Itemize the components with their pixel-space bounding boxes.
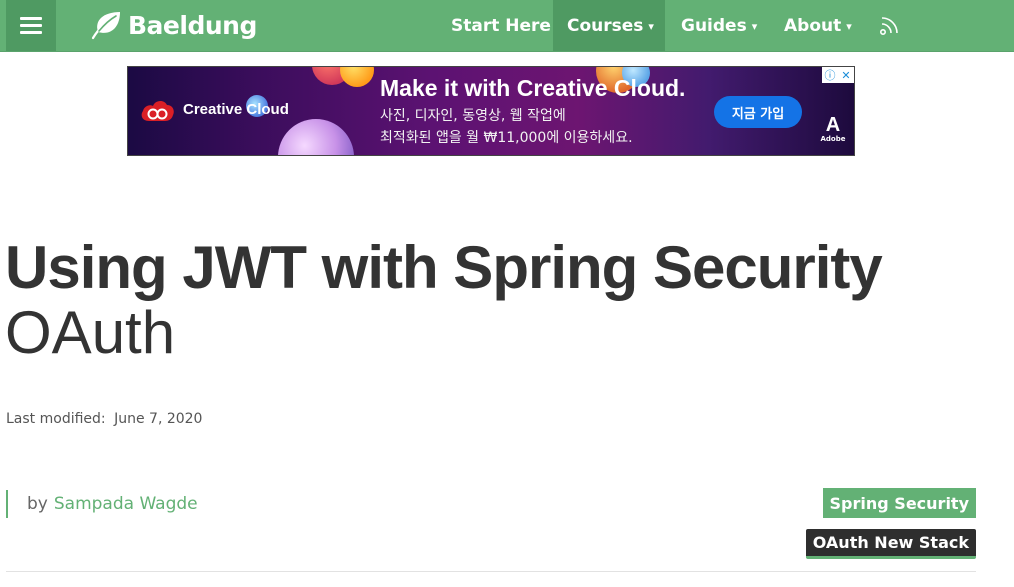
- nav-item-label: Courses: [567, 15, 644, 36]
- divider: [6, 571, 976, 572]
- author-link[interactable]: Sampada Wagde: [54, 494, 198, 514]
- advertisement-banner[interactable]: Creative Cloud Make it with Creative Clo…: [127, 66, 855, 156]
- nav-about[interactable]: About ▾: [770, 0, 866, 51]
- nav-courses[interactable]: Courses ▾: [553, 0, 665, 51]
- logo-text: Baeldung: [128, 10, 257, 40]
- tag-spring-security[interactable]: Spring Security: [822, 488, 976, 518]
- ad-subline: 사진, 디자인, 동영상, 웹 작업에 최적화된 앱을 월 ₩11,000에 이…: [380, 105, 740, 149]
- nav-item-label: Start Here: [451, 15, 551, 36]
- chevron-down-icon: ▾: [648, 20, 654, 33]
- nav-start-here[interactable]: Start Here: [437, 0, 565, 51]
- ad-choices: ⓘ ✕: [822, 67, 854, 83]
- leaf-icon: [91, 12, 120, 40]
- close-icon[interactable]: ✕: [838, 67, 854, 83]
- chevron-down-icon: ▾: [751, 20, 758, 33]
- ad-subline-1: 사진, 디자인, 동영상, 웹 작업에: [380, 108, 566, 124]
- tag-oauth-new-stack[interactable]: OAuth New Stack: [805, 529, 976, 559]
- nav-item-label: Guides: [681, 15, 747, 36]
- top-navbar: Baeldung Start Here Courses ▾ Guides ▾ A…: [0, 0, 1014, 52]
- rss-feed-icon[interactable]: [878, 13, 902, 37]
- chevron-down-icon: ▾: [846, 20, 852, 33]
- ad-headline: Make it with Creative Cloud.: [380, 75, 686, 101]
- article-title: Using JWT with Spring Security: [5, 234, 883, 301]
- nav-item-label: About: [784, 15, 842, 36]
- site-logo[interactable]: Baeldung: [90, 9, 257, 41]
- planet-decoration: [340, 67, 374, 87]
- hamburger-icon: [20, 16, 42, 35]
- adobe-wordmark: Adobe: [820, 135, 846, 143]
- article-title-continued: OAuth: [5, 299, 176, 366]
- info-icon[interactable]: ⓘ: [822, 67, 838, 83]
- ad-brand-name: Creative Cloud: [183, 101, 289, 118]
- hamburger-menu-button[interactable]: [6, 0, 56, 51]
- adobe-mark: A: [825, 114, 841, 136]
- ad-signup-button[interactable]: 지금 가입: [714, 96, 802, 128]
- creative-cloud-icon: [141, 100, 174, 121]
- nav-guides[interactable]: Guides ▾: [667, 0, 771, 51]
- ad-subline-2: 최적화된 앱을 월 ₩11,000에 이용하세요.: [380, 130, 633, 146]
- adobe-logo: A Adobe: [818, 115, 848, 143]
- last-modified-label: Last modified:: [6, 411, 106, 427]
- last-modified-date: June 7, 2020: [114, 411, 203, 427]
- author-byline: by Sampada Wagde: [6, 490, 198, 518]
- last-modified: Last modified: June 7, 2020: [6, 411, 202, 427]
- by-label: by: [27, 494, 48, 514]
- planet-decoration: [278, 119, 354, 155]
